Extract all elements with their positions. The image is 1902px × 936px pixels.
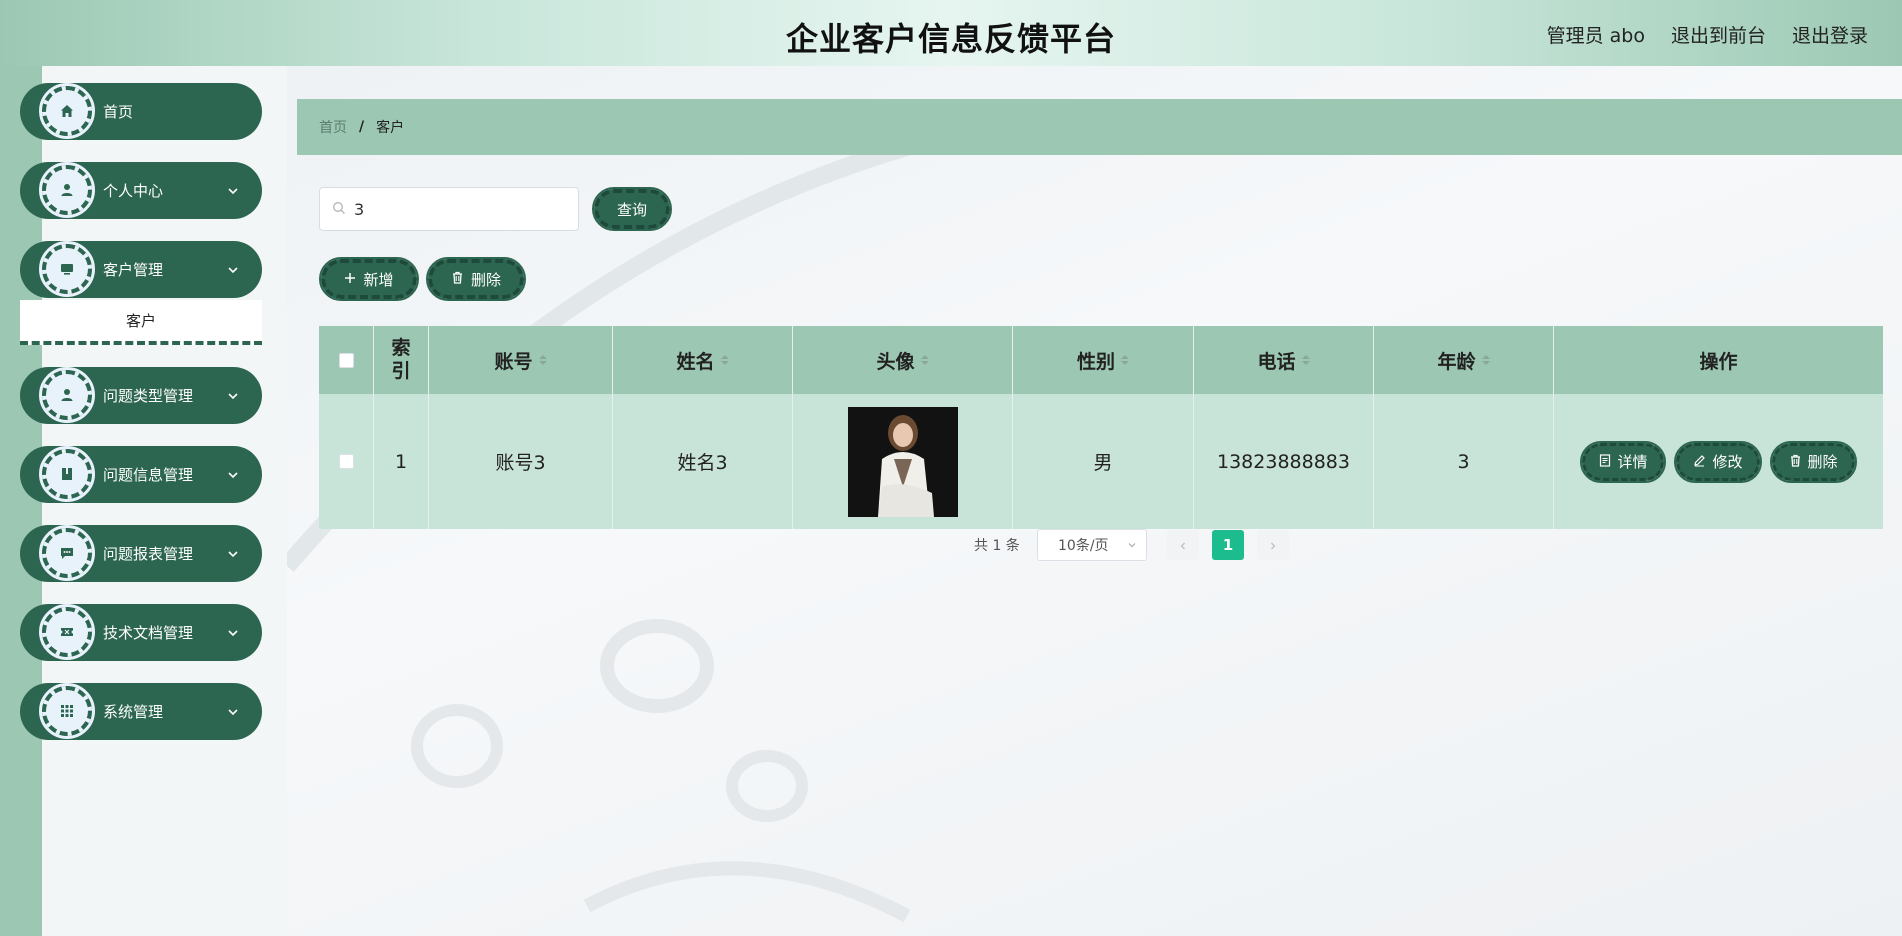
top-links: 管理员 abo 退出到前台 退出登录 [1547, 21, 1868, 48]
sidebar-item-issue-report-management[interactable]: 问题报表管理 [20, 525, 262, 582]
header-avatar[interactable]: 头像 [793, 326, 1013, 394]
ticket-icon [39, 604, 95, 660]
sidebar-item-customer-management[interactable]: 客户管理 [20, 241, 262, 298]
sidebar-item-label: 问题类型管理 [103, 387, 194, 405]
chevron-down-icon [1126, 539, 1138, 555]
plus-icon [344, 270, 356, 288]
header-actions: 操作 [1699, 350, 1738, 373]
page-size-select[interactable]: 10条/页 [1037, 529, 1147, 561]
pagination-total: 共 1 条 [974, 538, 1020, 554]
row-select-cell [319, 394, 374, 529]
sidebar-subitem-customer[interactable]: 客户 [20, 300, 262, 345]
table-header: 索引 账号 姓名 头像 性别 电话 年龄 操作 [319, 326, 1883, 394]
delete-button[interactable]: 删除 [1769, 440, 1857, 483]
search-button[interactable]: 查询 [592, 187, 672, 231]
sort-icon [720, 355, 729, 365]
sidebar-item-label: 技术文档管理 [103, 624, 194, 642]
sidebar-item-home[interactable]: 首页 [20, 83, 262, 140]
sidebar-item-label: 问题报表管理 [103, 545, 194, 563]
sort-icon [1121, 355, 1129, 365]
to-front-link[interactable]: 退出到前台 [1671, 21, 1766, 48]
home-icon [39, 83, 95, 139]
add-button[interactable]: 新增 [319, 257, 419, 301]
sidebar-item-personal-center[interactable]: 个人中心 [20, 162, 262, 219]
top-bar: 企业客户信息反馈平台 管理员 abo 退出到前台 退出登录 [0, 0, 1902, 66]
trash-icon [1789, 453, 1802, 471]
cell-actions: 详情 修改 删除 [1554, 394, 1883, 529]
cell-phone: 13823888883 [1194, 394, 1374, 529]
sidebar-item-label: 系统管理 [103, 703, 164, 721]
header-name[interactable]: 姓名 [613, 326, 793, 394]
prev-page-button[interactable] [1167, 530, 1199, 560]
document-icon [1599, 453, 1611, 471]
cell-index: 1 [374, 394, 429, 529]
header-select-cell [319, 326, 374, 394]
sidebar-item-issue-type-management[interactable]: 问题类型管理 [20, 367, 262, 424]
customer-table: 索引 账号 姓名 头像 性别 电话 年龄 操作 1 账号3 姓名3 男 1382… [319, 326, 1883, 529]
row-checkbox[interactable] [338, 454, 354, 469]
sidebar-item-label: 个人中心 [103, 182, 164, 200]
detail-button[interactable]: 详情 [1580, 440, 1667, 483]
sidebar-item-label: 首页 [103, 103, 134, 121]
sidebar: 首页 个人中心 客户管理 客户 问题类型管理 问题信息管理 问题报表管理 技术文… [20, 83, 262, 762]
sort-icon [1301, 355, 1310, 365]
sidebar-item-label: 客户管理 [103, 261, 164, 279]
sidebar-item-label: 问题信息管理 [103, 466, 194, 484]
chevron-down-icon [226, 625, 240, 644]
chevron-down-icon [226, 262, 240, 281]
book-icon [39, 446, 95, 502]
breadcrumb-home[interactable]: 首页 [319, 117, 347, 137]
breadcrumb-current: 客户 [376, 120, 405, 136]
header-phone[interactable]: 电话 [1194, 326, 1374, 394]
page-number-button[interactable]: 1 [1212, 530, 1244, 560]
header-index: 索引 [374, 326, 429, 394]
edit-icon [1693, 453, 1706, 471]
sort-icon [920, 355, 929, 365]
chevron-down-icon [226, 546, 240, 565]
header-account[interactable]: 账号 [429, 326, 613, 394]
sort-icon [1481, 355, 1490, 365]
chevron-down-icon [226, 467, 240, 486]
main-content: 首页 / 客户 查询 新增 删除 索引 账号 [287, 66, 1902, 936]
cell-account: 账号3 [429, 394, 613, 529]
logout-link[interactable]: 退出登录 [1792, 21, 1868, 48]
select-all-checkbox[interactable] [338, 352, 354, 368]
cell-gender: 男 [1013, 394, 1194, 529]
search-input[interactable] [354, 199, 554, 219]
avatar[interactable] [847, 406, 958, 517]
user-icon [39, 162, 95, 218]
chevron-right-icon [1268, 536, 1278, 555]
search-field[interactable] [319, 187, 579, 231]
edit-button[interactable]: 修改 [1674, 440, 1762, 483]
chevron-down-icon [226, 183, 240, 202]
breadcrumb-separator: / [359, 119, 365, 135]
trash-icon [451, 270, 464, 288]
monitor-icon [39, 241, 95, 297]
chevron-down-icon [226, 704, 240, 723]
cell-name: 姓名3 [613, 394, 793, 529]
sort-icon [538, 355, 547, 365]
grid-icon [39, 683, 95, 739]
chat-icon [39, 525, 95, 581]
user-icon [39, 367, 95, 423]
search-icon [332, 200, 346, 219]
sidebar-subitem-label: 客户 [125, 312, 156, 330]
header-gender[interactable]: 性别 [1013, 326, 1194, 394]
cell-avatar [793, 394, 1013, 529]
sidebar-item-issue-info-management[interactable]: 问题信息管理 [20, 446, 262, 503]
next-page-button[interactable] [1257, 530, 1289, 560]
sidebar-item-system-management[interactable]: 系统管理 [20, 683, 262, 740]
admin-label: 管理员 abo [1546, 25, 1645, 47]
header-age[interactable]: 年龄 [1374, 326, 1554, 394]
batch-delete-button[interactable]: 删除 [426, 257, 526, 301]
cell-age: 3 [1374, 394, 1554, 529]
sidebar-item-tech-doc-management[interactable]: 技术文档管理 [20, 604, 262, 661]
chevron-down-icon [226, 388, 240, 407]
breadcrumb: 首页 / 客户 [297, 99, 1902, 155]
chevron-left-icon [1178, 536, 1188, 555]
table-row: 1 账号3 姓名3 男 13823888883 3 详情 修改 删除 [319, 394, 1883, 529]
